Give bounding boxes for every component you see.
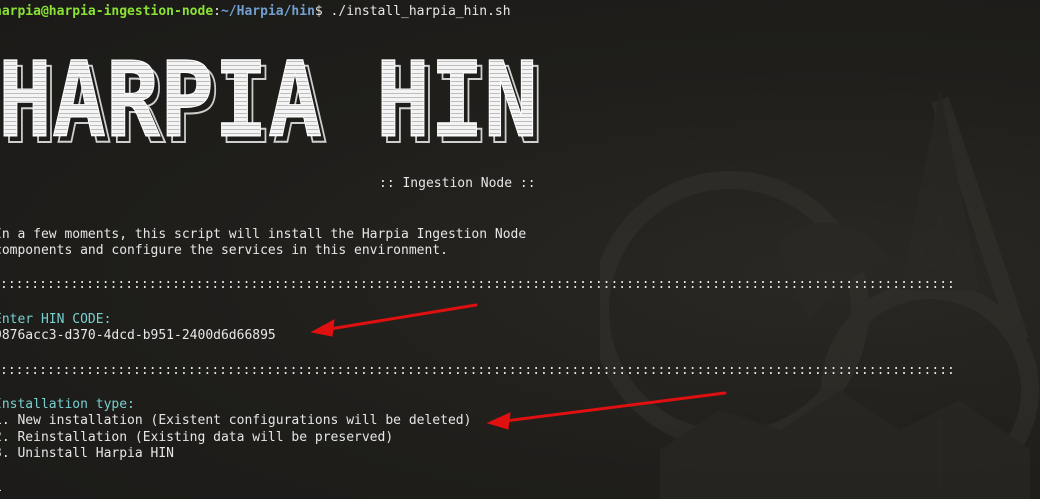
installation-type-label: Installation type: <box>0 397 135 412</box>
hin-code-input[interactable]: 9876acc3-d370-4dcd-b951-2400d6d66895 <box>0 328 276 344</box>
arrow-hin-code <box>328 303 478 331</box>
harpia-emblem-watermark <box>600 90 1039 499</box>
arrow-new-install-head <box>486 412 511 430</box>
prompt-symbol: $ <box>314 4 323 19</box>
divider-bottom: ::::::::::::::::::::::::::::::::::::::::… <box>0 363 956 378</box>
install-option-reinstall: 2. Reinstallation (Existing data will be… <box>0 430 394 445</box>
hin-code-label: Enter HIN CODE: <box>0 312 112 327</box>
prompt-line: harpia@harpia-ingestion-node:~/Harpia/hi… <box>0 4 511 20</box>
banner-subtitle: :: Ingestion Node :: <box>379 176 536 191</box>
install-option-new: 1. New installation (Existent configurat… <box>0 413 472 428</box>
install-option-uninstall: 3. Uninstall Harpia HIN <box>0 446 175 461</box>
arrow-hin-code-head <box>310 319 335 337</box>
prompt-separator: : <box>213 4 221 19</box>
prompt-command: ./install_harpia_hin.sh <box>322 4 511 19</box>
divider-top: ::::::::::::::::::::::::::::::::::::::::… <box>0 277 956 292</box>
prompt-user-host: harpia@harpia-ingestion-node <box>0 4 214 19</box>
intro-line-1: In a few moments, this script will insta… <box>0 227 527 242</box>
installation-type-input[interactable]: 1 <box>0 480 2 496</box>
terminal-window[interactable]: harpia@harpia-ingestion-node:~/Harpia/hi… <box>0 0 1040 499</box>
banner-title-art: HARPIA HIN HARPIA HIN <box>0 50 544 160</box>
intro-line-2: components and configure the services in… <box>0 243 448 258</box>
banner-title: HARPIA HIN <box>0 50 538 160</box>
prompt-path: ~/Harpia/hin <box>220 4 315 19</box>
